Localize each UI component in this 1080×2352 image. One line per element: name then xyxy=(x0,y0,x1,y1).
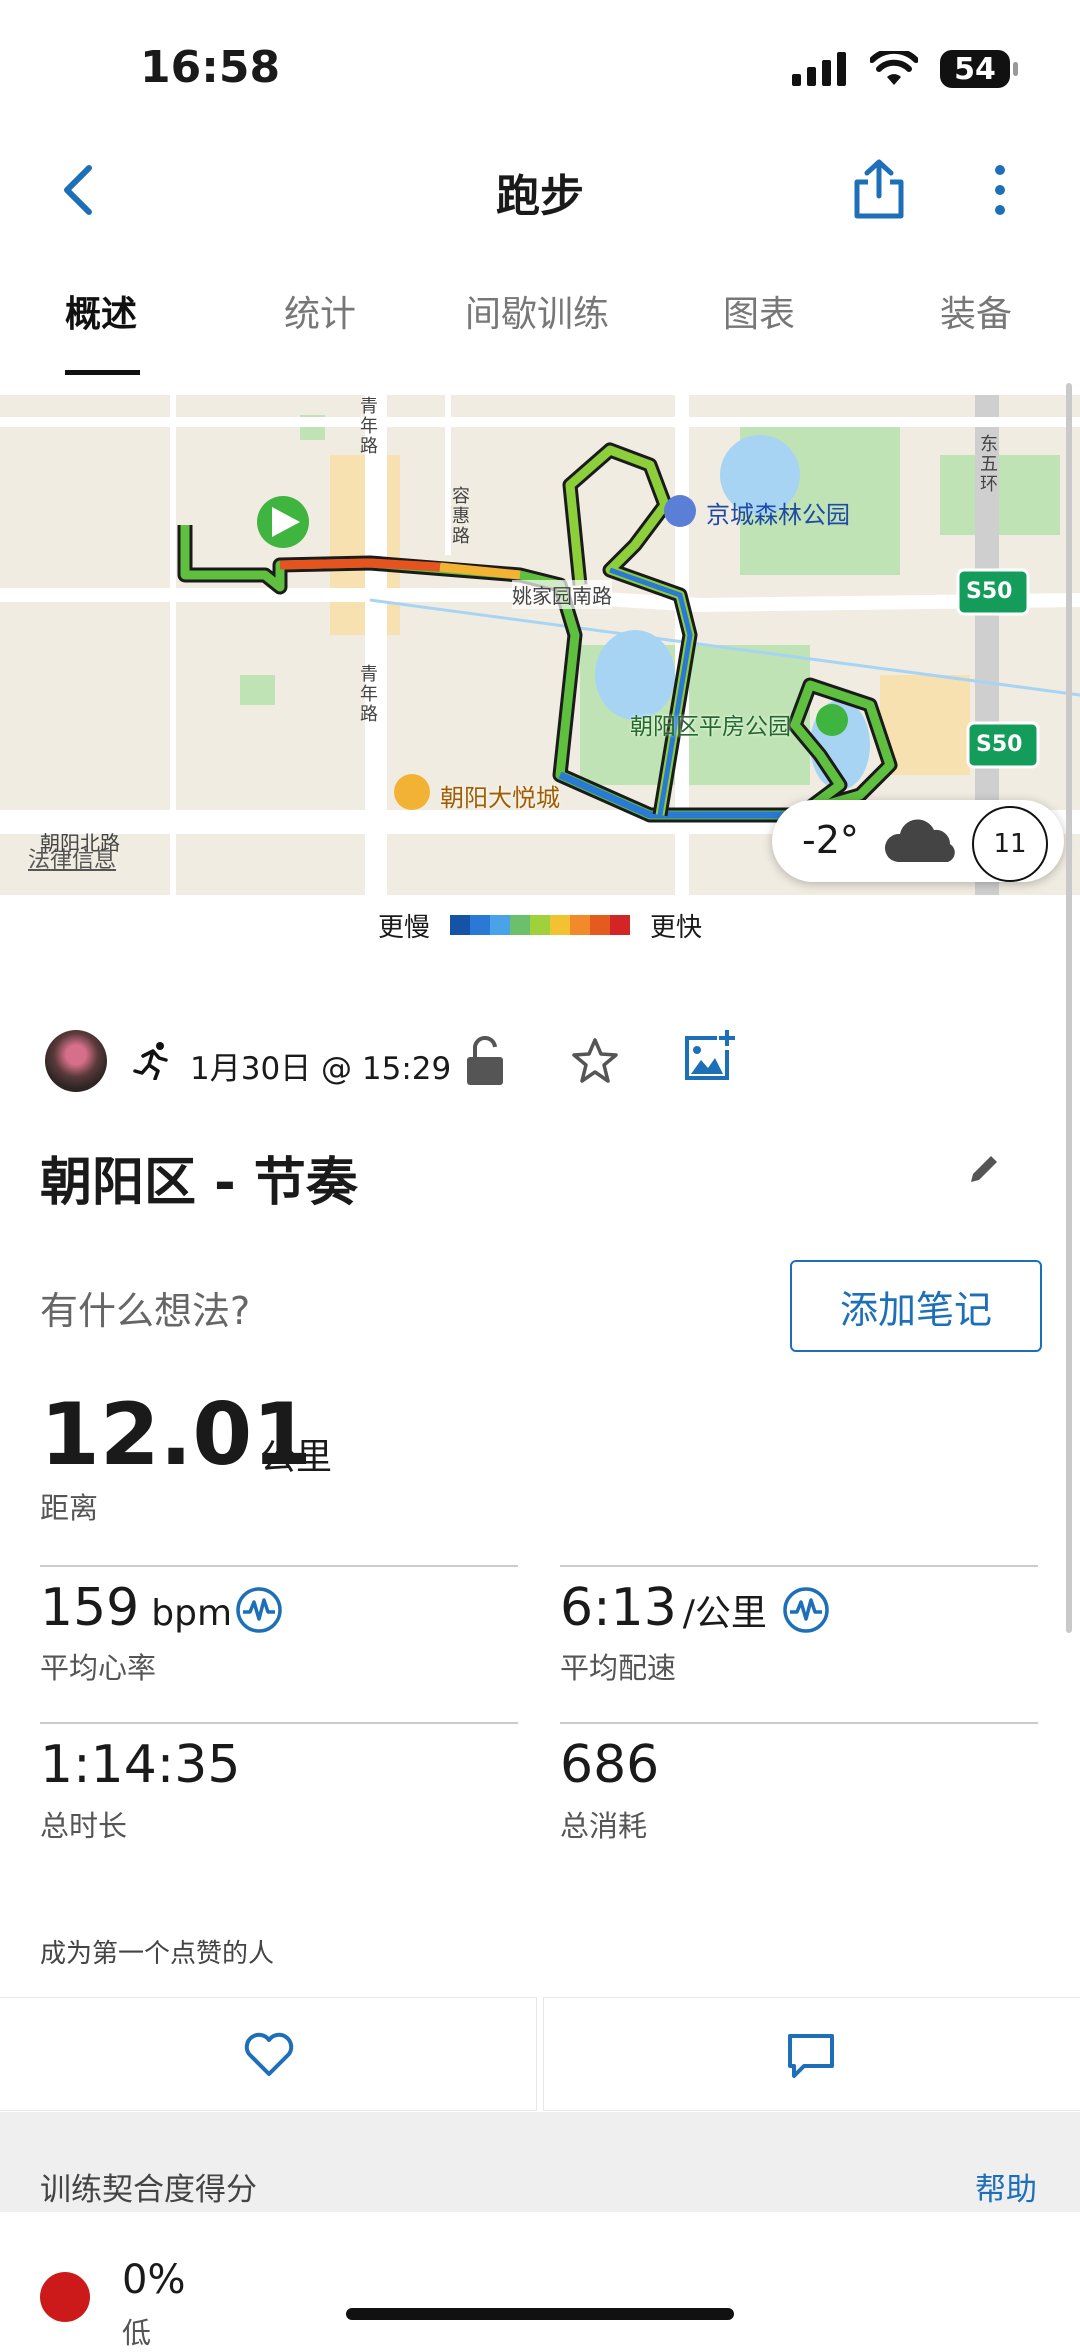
tab-stats[interactable]: 统计 xyxy=(284,285,356,337)
calories-value: 686 xyxy=(560,1735,660,1795)
status-icons: 54 xyxy=(792,50,1018,88)
distance-label: 距离 xyxy=(40,1491,99,1525)
map-label-qingnian-road-1: 青年路 xyxy=(360,396,378,457)
status-time: 16:58 xyxy=(140,42,281,93)
pace-unit: /公里 xyxy=(682,1593,767,1634)
cellular-signal-icon xyxy=(792,52,846,86)
wifi-icon xyxy=(870,51,918,85)
map-label-qingnian-road-2: 青年路 xyxy=(360,664,378,725)
heart-rate-stat[interactable]: 159 bpm xyxy=(40,1578,232,1638)
active-tab-indicator xyxy=(65,370,140,375)
thoughts-prompt: 有什么想法? xyxy=(40,1289,251,1333)
tab-bar: 概述 统计 间歇训练 图表 装备 xyxy=(0,285,1080,380)
heart-icon xyxy=(244,2032,294,2076)
map-label-mall: 朝阳大悦城 xyxy=(440,784,560,812)
pace-chart-icon[interactable] xyxy=(782,1586,830,1634)
legend-swatch xyxy=(550,915,570,935)
legend-swatch xyxy=(530,915,550,935)
battery-indicator: 54 xyxy=(940,50,1018,88)
legal-info-link[interactable]: 法律信息 xyxy=(28,842,116,874)
divider xyxy=(40,1722,518,1724)
star-icon[interactable] xyxy=(570,1036,620,1086)
score-status-dot xyxy=(40,2272,90,2322)
unlock-icon[interactable] xyxy=(465,1035,505,1087)
running-icon xyxy=(133,1042,168,1080)
legend-swatch xyxy=(510,915,530,935)
pace-value: 6:13 xyxy=(560,1578,677,1638)
legend-swatch xyxy=(470,915,490,935)
home-indicator[interactable] xyxy=(346,2308,734,2320)
heart-rate-chart-icon[interactable] xyxy=(235,1586,283,1634)
map-label-jingcheng-park: 京城森林公园 xyxy=(706,501,850,529)
wind-speed: 11 xyxy=(972,806,1048,882)
legend-faster-label: 更快 xyxy=(650,912,703,943)
duration-label: 总时长 xyxy=(40,1809,128,1843)
weather-temp: -2° xyxy=(802,818,859,862)
pace-color-scale xyxy=(450,915,630,935)
heart-rate-label: 平均心率 xyxy=(40,1651,157,1685)
cloud-icon xyxy=(884,819,955,862)
legend-swatch xyxy=(610,915,630,935)
calories-label: 总消耗 xyxy=(560,1809,648,1843)
score-level: 低 xyxy=(122,2316,152,2350)
pace-stat[interactable]: 6:13 /公里 xyxy=(560,1578,767,1638)
divider xyxy=(560,1565,1038,1567)
training-score-title: 训练契合度得分 xyxy=(40,2172,257,2208)
map-label-pingfang-park: 朝阳区平房公园 xyxy=(630,714,791,740)
score-value: 0% xyxy=(122,2257,186,2303)
page-title: 跑步 xyxy=(496,171,584,222)
comment-button[interactable] xyxy=(544,1998,1080,2110)
pencil-icon[interactable] xyxy=(965,1150,1003,1188)
divider xyxy=(40,1565,518,1567)
map-label-s50-2: S50 xyxy=(976,732,1023,757)
divider xyxy=(560,1722,1038,1724)
activity-date: 1月30日 @ 15:29 xyxy=(190,1051,452,1087)
avatar[interactable] xyxy=(45,1030,107,1092)
comment-icon xyxy=(788,2034,834,2078)
distance-unit: 公里 xyxy=(260,1437,333,1478)
add-photo-icon[interactable] xyxy=(683,1030,735,1082)
map-label-s50-1: S50 xyxy=(966,579,1013,604)
tab-gear[interactable]: 装备 xyxy=(940,285,1012,337)
duration-value: 1:14:35 xyxy=(40,1735,241,1795)
map-label-ronghui-road: 容惠路 xyxy=(452,486,470,547)
map-label-yaojiayuan-road: 姚家园南路 xyxy=(512,580,612,609)
share-icon[interactable] xyxy=(852,158,906,220)
tab-overview[interactable]: 概述 xyxy=(65,285,137,337)
activity-title: 朝阳区 - 节奏 xyxy=(40,1153,358,1213)
legend-swatch xyxy=(490,915,510,935)
pace-legend: 更慢 更快 xyxy=(0,908,1080,943)
social-actions xyxy=(0,1998,1080,2110)
help-link[interactable]: 帮助 xyxy=(975,2164,1037,2209)
tab-charts[interactable]: 图表 xyxy=(723,285,795,337)
weather-badge[interactable]: -2° 11 xyxy=(772,800,1064,882)
more-options-icon[interactable] xyxy=(985,160,1015,220)
heart-rate-value: 159 xyxy=(40,1578,140,1638)
legend-swatch xyxy=(590,915,610,935)
scrollbar[interactable] xyxy=(1066,383,1072,1633)
pace-label: 平均配速 xyxy=(560,1651,677,1685)
like-button[interactable] xyxy=(0,1998,536,2110)
legend-swatch xyxy=(450,915,470,935)
tab-intervals[interactable]: 间歇训练 xyxy=(465,285,609,337)
map-label-east-fifth-ring: 东五环 xyxy=(980,434,998,495)
heart-rate-unit: bpm xyxy=(151,1593,233,1634)
legend-slower-label: 更慢 xyxy=(377,912,430,943)
add-note-button[interactable]: 添加笔记 xyxy=(790,1260,1042,1352)
legend-swatch xyxy=(570,915,590,935)
likes-prompt: 成为第一个点赞的人 xyxy=(40,1939,275,1969)
